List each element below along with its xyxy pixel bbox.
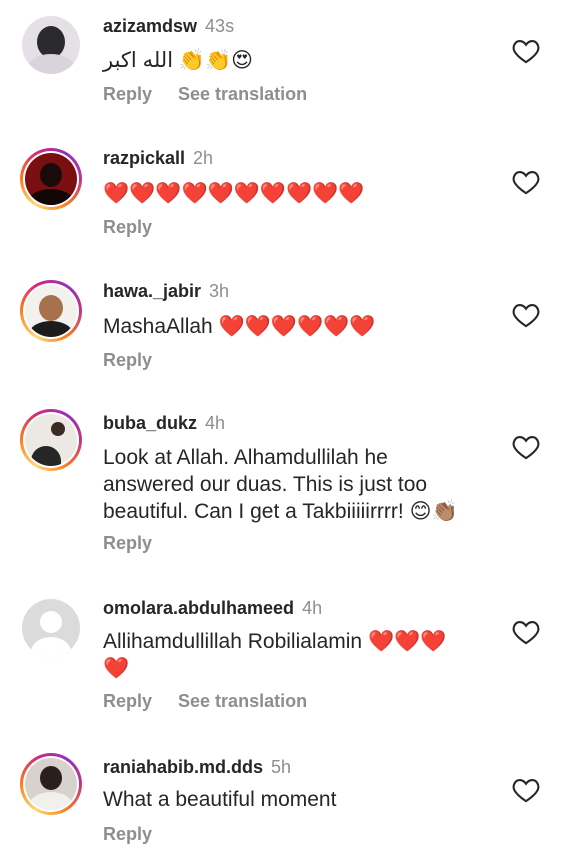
comment-item: buba_dukz 4h Look at Allah. Alhamdullilah… [0, 395, 570, 585]
timestamp: 5h [271, 757, 292, 777]
comment-item: omolara.abdulhameed 4h Allihamdullillah R… [0, 585, 570, 745]
username[interactable]: raniahabib.md.dds 5h [103, 757, 291, 778]
reply-button[interactable]: Reply [103, 217, 152, 237]
username[interactable]: buba_dukz 4h [103, 413, 225, 434]
timestamp: 43s [205, 16, 235, 36]
username[interactable]: omolara.abdulhameed 4h [103, 598, 322, 619]
avatar[interactable] [20, 280, 82, 342]
reply-button[interactable]: Reply [103, 533, 152, 553]
username[interactable]: hawa._jabir 3h [103, 281, 229, 302]
heart-outline-icon[interactable] [512, 619, 540, 645]
avatar[interactable] [20, 597, 82, 659]
comment-text: الله اكبر 👏👏😍 [103, 49, 254, 72]
comment-item: hawa._jabir 3h MashaAllah ❤️❤️❤️❤️❤️❤️ Re… [0, 263, 570, 395]
timestamp: 3h [209, 281, 230, 301]
comment-item: azizamdsw 43s الله اكبر 👏👏😍 Reply See tran… [0, 0, 570, 130]
comment-text: ❤️❤️❤️❤️❤️❤️❤️❤️❤️❤️ [103, 182, 365, 205]
avatar[interactable] [20, 14, 82, 76]
reply-button[interactable]: Reply [103, 691, 152, 711]
username[interactable]: razpickall 2h [103, 148, 213, 169]
comment-text: Look at Allah. Alhamdullilah he answered… [103, 446, 458, 523]
comment-text: MashaAllah ❤️❤️❤️❤️❤️❤️ [103, 315, 376, 338]
see-translation-button[interactable]: See translation [178, 84, 307, 104]
heart-outline-icon[interactable] [512, 302, 540, 328]
heart-outline-icon[interactable] [512, 169, 540, 195]
reply-button[interactable]: Reply [103, 824, 152, 844]
avatar[interactable] [20, 148, 82, 210]
heart-outline-icon[interactable] [512, 38, 540, 64]
comment-item: razpickall 2h ❤️❤️❤️❤️❤️❤️❤️❤️❤️❤️ Reply [0, 130, 570, 263]
timestamp: 4h [302, 598, 323, 618]
heart-outline-icon[interactable] [512, 434, 540, 460]
reply-button[interactable]: Reply [103, 350, 152, 370]
heart-outline-icon[interactable] [512, 777, 540, 803]
see-translation-button[interactable]: See translation [178, 691, 307, 711]
timestamp: 2h [193, 148, 214, 168]
timestamp: 4h [205, 413, 226, 433]
comment-text: Allihamdullillah Robilialamin ❤️❤️❤️ ❤️ [103, 630, 447, 680]
comment-text: What a beautiful moment [103, 788, 337, 811]
comment-item: raniahabib.md.dds 5h What a beautiful mom… [0, 745, 570, 857]
username[interactable]: azizamdsw 43s [103, 16, 234, 37]
avatar[interactable] [20, 753, 82, 815]
avatar[interactable] [20, 409, 82, 471]
reply-button[interactable]: Reply [103, 84, 152, 104]
